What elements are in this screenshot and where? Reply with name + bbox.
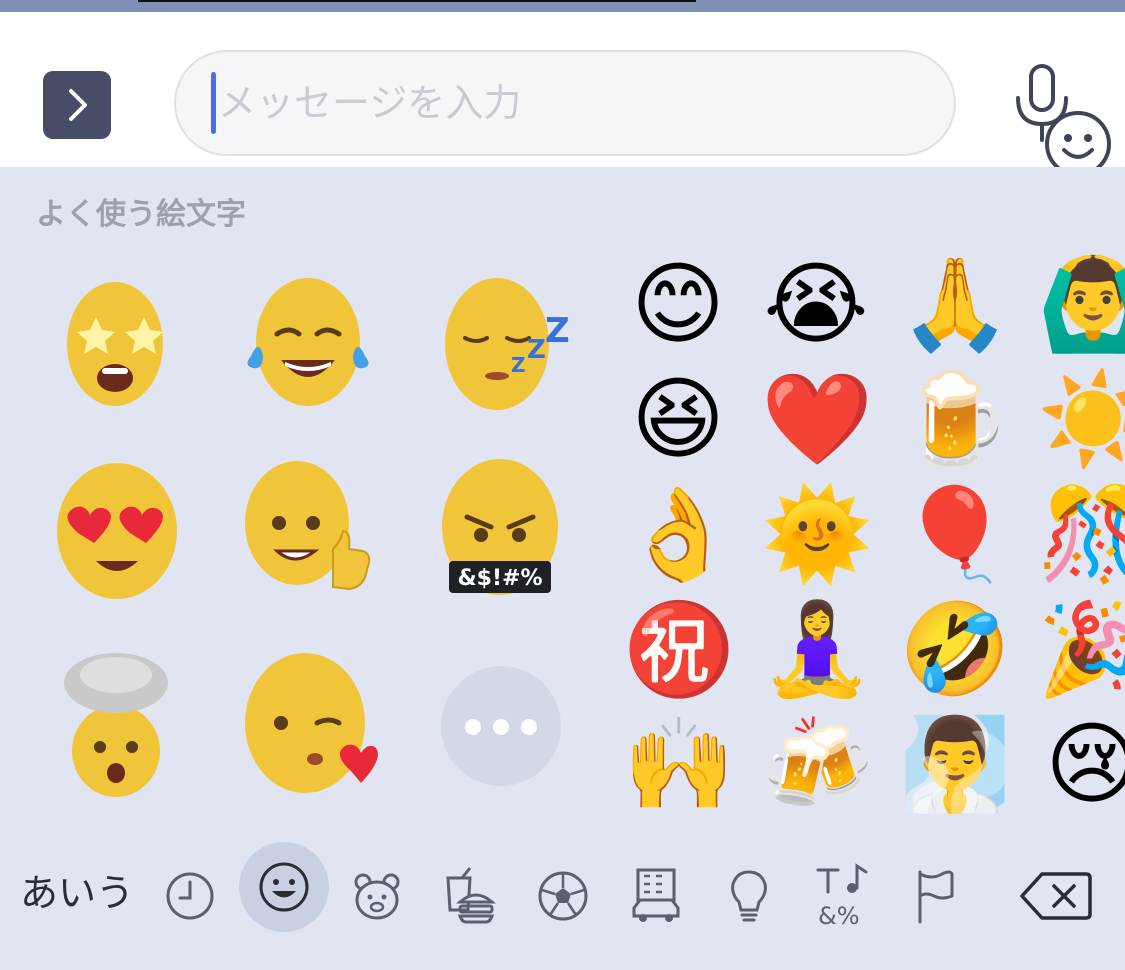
ellipsis-icon-dot: [493, 719, 509, 735]
message-input[interactable]: メッセージを入力: [174, 50, 1111, 177]
emoji-key[interactable]: ☀️: [1037, 365, 1125, 475]
section-title: よく使う絵文字: [36, 197, 246, 232]
ellipsis-icon-dot: [465, 719, 481, 735]
emoji-category-bar: あいう &%: [0, 836, 1125, 970]
emoji-key[interactable]: ❤️: [761, 365, 873, 475]
svg-text:Z: Z: [511, 353, 526, 377]
backspace-icon: [1020, 872, 1092, 920]
activity-category[interactable]: [533, 866, 593, 926]
memoji-heart-eyes-face: [57, 463, 177, 599]
memoji-tears-of-joy[interactable]: [233, 272, 383, 422]
flag-icon: [918, 870, 954, 924]
lightbulb-icon: [731, 870, 767, 922]
text-caret: [211, 72, 216, 134]
expand-button[interactable]: [43, 71, 111, 139]
message-input-placeholder: メッセージを入力: [218, 81, 522, 125]
message-composer: メッセージを入力: [0, 12, 1125, 177]
emoji-key[interactable]: 🧖‍♂️: [899, 710, 1011, 817]
memoji-cursing[interactable]: &$!#%: [425, 457, 575, 607]
emoji-key[interactable]: 🙌: [623, 710, 735, 817]
emoji-keyboard: よく使う絵文字 Z Z Z: [0, 167, 1125, 970]
microphone-icon: [1016, 64, 1068, 142]
svg-text:Z: Z: [545, 311, 570, 351]
delete-button[interactable]: [1020, 870, 1092, 922]
emoji-key[interactable]: 🙏: [899, 250, 1011, 360]
food-category[interactable]: [440, 866, 500, 926]
flags-category[interactable]: [906, 866, 966, 926]
symbols-category-label: &%: [818, 902, 860, 928]
memoji-thumbs-up-face: [245, 461, 371, 591]
chevron-right-icon: [69, 89, 87, 121]
emoji-key[interactable]: ㊗️: [623, 595, 735, 705]
memoji-heart-eyes[interactable]: [40, 457, 190, 607]
emoji-key[interactable]: 🤣: [899, 595, 1011, 705]
soccer-ball-icon: [538, 871, 588, 921]
emoji-key[interactable]: 🎉: [1037, 595, 1125, 705]
microphone-button[interactable]: [1006, 62, 1078, 144]
memoji-wink-heart-face: [245, 653, 378, 793]
travel-category[interactable]: [626, 866, 686, 926]
emoji-key[interactable]: 🍺: [899, 365, 1011, 475]
memoji-star-struck[interactable]: [40, 272, 190, 422]
emoji-key[interactable]: 🧘‍♀️: [761, 595, 873, 705]
memoji-wink-heart[interactable]: [233, 647, 383, 797]
memoji-sleeping-face: Z Z Z: [445, 278, 570, 410]
emoji-key[interactable]: 😊: [623, 250, 733, 360]
memoji-sleeping[interactable]: Z Z Z: [425, 272, 575, 422]
memoji-tears-of-joy-face: [247, 278, 369, 406]
bear-icon: [354, 873, 400, 920]
symbols-icon: &%: [816, 863, 868, 930]
frequent-emoji-grid: 😊 😭 🙏 🙆‍♂️ 😆 ❤️ 🍺 ☀️ 👌 🌞 🎈 🎊 ㊗️ 🧘‍♀️ 🤣 🎉…: [600, 247, 1125, 817]
emoji-key[interactable]: 🙆‍♂️: [1037, 250, 1125, 360]
recent-category[interactable]: [160, 866, 220, 926]
burger-icon: [446, 867, 496, 924]
emoji-key[interactable]: 😭: [761, 250, 871, 360]
emoji-key[interactable]: 😆: [623, 365, 733, 475]
status-strip: [0, 0, 1125, 12]
objects-category[interactable]: [719, 866, 779, 926]
emoji-key[interactable]: 👌: [623, 480, 735, 590]
emoji-key[interactable]: 😢: [1037, 710, 1125, 817]
ellipsis-icon-dot: [521, 719, 537, 735]
smileys-category[interactable]: [239, 842, 329, 932]
emoji-key[interactable]: 🎊: [1037, 480, 1125, 590]
symbols-category[interactable]: &%: [812, 862, 874, 930]
car-building-icon: [632, 868, 680, 922]
emoji-key[interactable]: 🎈: [899, 480, 1011, 590]
memoji-mind-blown-face: [64, 653, 168, 797]
kana-keyboard-button[interactable]: あいう: [20, 862, 134, 917]
memoji-thumbs-up[interactable]: [233, 457, 383, 607]
memoji-star-struck-face: [67, 282, 163, 406]
status-strip-line: [138, 0, 696, 2]
memoji-cursing-caption: &$!#%: [457, 566, 542, 591]
svg-text:Z: Z: [527, 335, 546, 365]
memoji-mind-blown[interactable]: [40, 647, 190, 797]
memoji-cursing-face: &$!#%: [442, 459, 558, 595]
more-memoji-button[interactable]: [441, 666, 561, 786]
emoji-key[interactable]: 🌞: [761, 480, 873, 590]
emoji-key[interactable]: 🍻: [761, 710, 873, 817]
animals-category[interactable]: [347, 866, 407, 926]
clock-icon: [166, 872, 214, 920]
smiley-icon: [259, 862, 309, 912]
